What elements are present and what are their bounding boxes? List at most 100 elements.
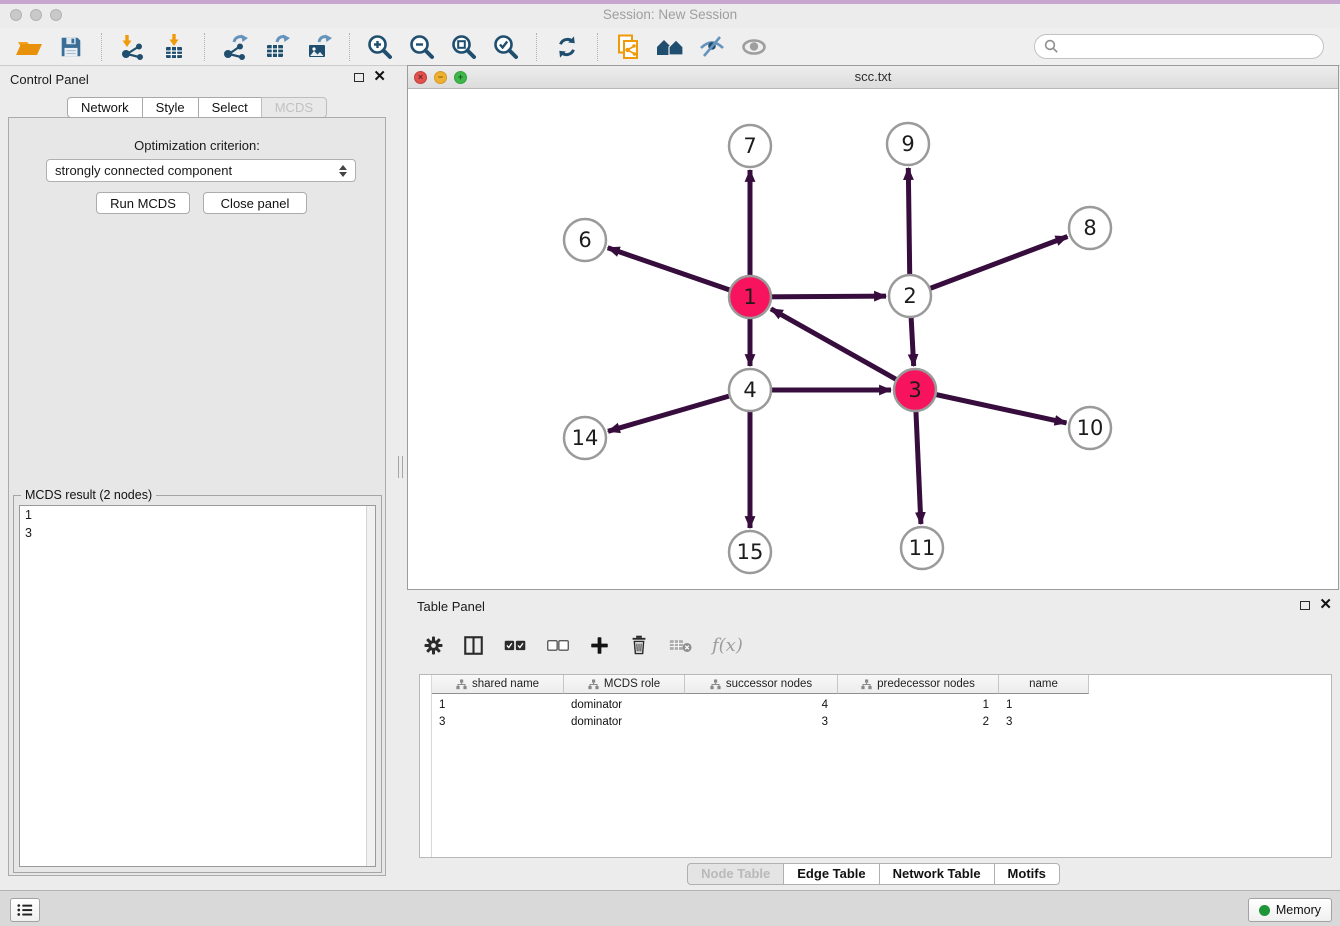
column-header-predecessor-nodes[interactable]: predecessor nodes bbox=[838, 675, 999, 694]
cell-predecessor-nodes[interactable]: 2 bbox=[838, 713, 999, 730]
table-panel: Table Panel ✕ f(x) bbox=[407, 595, 1340, 890]
panel-splitter[interactable] bbox=[396, 66, 406, 890]
network-canvas[interactable]: 7968124314101511 bbox=[408, 89, 1338, 589]
mcds-result-list[interactable]: 1 3 bbox=[19, 505, 376, 867]
node-table: shared name MCDS role successor nodes pr… bbox=[419, 674, 1332, 858]
graph-edge-3-1[interactable] bbox=[771, 309, 915, 390]
table-tabs: Node Table Edge Table Network Table Moti… bbox=[407, 863, 1340, 885]
tab-style[interactable]: Style bbox=[142, 97, 199, 118]
criterion-select-value: strongly connected component bbox=[55, 163, 232, 178]
mcds-result-title: MCDS result (2 nodes) bbox=[21, 488, 156, 502]
table-row[interactable]: 3 dominator 3 2 3 bbox=[432, 713, 1089, 730]
zoom-fit-icon[interactable] bbox=[448, 31, 480, 63]
export-table-icon[interactable] bbox=[261, 31, 293, 63]
add-column-icon[interactable] bbox=[589, 635, 610, 656]
graph-node-label-11: 11 bbox=[909, 536, 936, 560]
zoom-out-icon[interactable] bbox=[406, 31, 438, 63]
control-panel-float-icon[interactable] bbox=[354, 73, 364, 82]
control-panel-close-icon[interactable]: ✕ bbox=[373, 72, 386, 82]
column-tree-icon bbox=[588, 679, 599, 690]
table-row-gutter bbox=[420, 675, 432, 857]
tab-edge-table[interactable]: Edge Table bbox=[783, 863, 879, 885]
splitter-grip-icon[interactable] bbox=[398, 456, 403, 478]
cell-mcds-role[interactable]: dominator bbox=[564, 696, 685, 713]
tab-mcds[interactable]: MCDS bbox=[261, 97, 327, 118]
cell-successor-nodes[interactable]: 3 bbox=[685, 713, 838, 730]
search-box[interactable] bbox=[1034, 34, 1324, 59]
table-panel-close-icon[interactable]: ✕ bbox=[1319, 600, 1332, 610]
graph-edge-3-10[interactable] bbox=[915, 390, 1067, 423]
graph-edge-2-8[interactable] bbox=[910, 237, 1068, 297]
zoom-selected-icon[interactable] bbox=[490, 31, 522, 63]
criterion-select[interactable]: strongly connected component bbox=[46, 159, 356, 182]
optimization-criterion-label: Optimization criterion: bbox=[9, 138, 385, 153]
graph-node-label-4: 4 bbox=[743, 378, 756, 402]
table-header-row: shared name MCDS role successor nodes pr… bbox=[432, 675, 1089, 694]
control-panel-title: Control Panel bbox=[10, 72, 89, 87]
apply-layout-icon[interactable] bbox=[551, 31, 583, 63]
graph-edge-1-6[interactable] bbox=[608, 248, 750, 297]
close-panel-button[interactable]: Close panel bbox=[203, 192, 307, 214]
new-network-from-selection-icon[interactable] bbox=[612, 31, 644, 63]
network-view-window: × − + scc.txt 7968124314101511 bbox=[407, 65, 1339, 590]
zoom-in-icon[interactable] bbox=[364, 31, 396, 63]
delete-column-icon[interactable] bbox=[629, 634, 649, 656]
tab-network[interactable]: Network bbox=[67, 97, 143, 118]
mcds-result-item[interactable]: 3 bbox=[20, 524, 375, 542]
import-network-icon[interactable] bbox=[116, 31, 148, 63]
memory-button[interactable]: Memory bbox=[1248, 898, 1332, 922]
result-scrollbar[interactable] bbox=[366, 506, 375, 866]
cell-name[interactable]: 1 bbox=[999, 696, 1089, 713]
settings-gear-icon[interactable] bbox=[423, 635, 444, 656]
table-panel-title: Table Panel bbox=[417, 599, 485, 614]
show-columns-icon[interactable] bbox=[463, 635, 484, 656]
network-graph[interactable]: 7968124314101511 bbox=[408, 89, 1338, 589]
control-panel: Control Panel ✕ Network Style Select MCD… bbox=[0, 66, 394, 890]
task-history-button[interactable] bbox=[10, 898, 40, 922]
graph-node-label-10: 10 bbox=[1077, 416, 1104, 440]
graph-node-label-7: 7 bbox=[743, 134, 756, 158]
graph-node-label-1: 1 bbox=[743, 285, 756, 309]
column-header-successor-nodes[interactable]: successor nodes bbox=[685, 675, 838, 694]
mcds-result-group: MCDS result (2 nodes) 1 3 bbox=[13, 495, 382, 873]
cell-successor-nodes[interactable]: 4 bbox=[685, 696, 838, 713]
cell-name[interactable]: 3 bbox=[999, 713, 1089, 730]
column-header-mcds-role[interactable]: MCDS role bbox=[564, 675, 685, 694]
open-file-icon[interactable] bbox=[13, 31, 45, 63]
mcds-panel-body: Optimization criterion: strongly connect… bbox=[8, 117, 386, 876]
tab-node-table[interactable]: Node Table bbox=[687, 863, 784, 885]
table-panel-float-icon[interactable] bbox=[1300, 601, 1310, 610]
cell-shared-name[interactable]: 3 bbox=[432, 713, 564, 730]
column-header-name[interactable]: name bbox=[999, 675, 1089, 694]
hide-panel-eye-icon[interactable] bbox=[696, 31, 728, 63]
tab-select[interactable]: Select bbox=[198, 97, 262, 118]
import-table-icon[interactable] bbox=[158, 31, 190, 63]
save-session-icon[interactable] bbox=[55, 31, 87, 63]
export-network-icon[interactable] bbox=[219, 31, 251, 63]
delete-table-icon bbox=[668, 636, 693, 654]
column-header-shared-name[interactable]: shared name bbox=[432, 675, 564, 694]
run-mcds-button[interactable]: Run MCDS bbox=[96, 192, 190, 214]
graph-node-label-8: 8 bbox=[1083, 216, 1096, 240]
deselect-all-columns-icon[interactable] bbox=[546, 636, 570, 654]
session-title: Session: New Session bbox=[0, 7, 1340, 22]
cell-shared-name[interactable]: 1 bbox=[432, 696, 564, 713]
network-window-title: scc.txt bbox=[408, 69, 1338, 84]
column-tree-icon bbox=[861, 679, 872, 690]
first-neighbors-icon[interactable] bbox=[654, 31, 686, 63]
tab-network-table[interactable]: Network Table bbox=[879, 863, 995, 885]
control-panel-tabs: Network Style Select MCDS bbox=[67, 97, 327, 118]
export-image-icon[interactable] bbox=[303, 31, 335, 63]
select-all-columns-icon[interactable] bbox=[503, 636, 527, 654]
status-bar: Memory bbox=[0, 890, 1340, 926]
table-row[interactable]: 1 dominator 4 1 1 bbox=[432, 696, 1089, 713]
cell-mcds-role[interactable]: dominator bbox=[564, 713, 685, 730]
graph-node-label-3: 3 bbox=[908, 378, 921, 402]
tab-motifs[interactable]: Motifs bbox=[994, 863, 1060, 885]
column-tree-icon bbox=[710, 679, 721, 690]
toolbar-separator bbox=[204, 33, 205, 61]
network-window-titlebar[interactable]: × − + scc.txt bbox=[408, 66, 1338, 89]
mcds-result-item[interactable]: 1 bbox=[20, 506, 375, 524]
search-input[interactable] bbox=[1065, 39, 1314, 55]
cell-predecessor-nodes[interactable]: 1 bbox=[838, 696, 999, 713]
